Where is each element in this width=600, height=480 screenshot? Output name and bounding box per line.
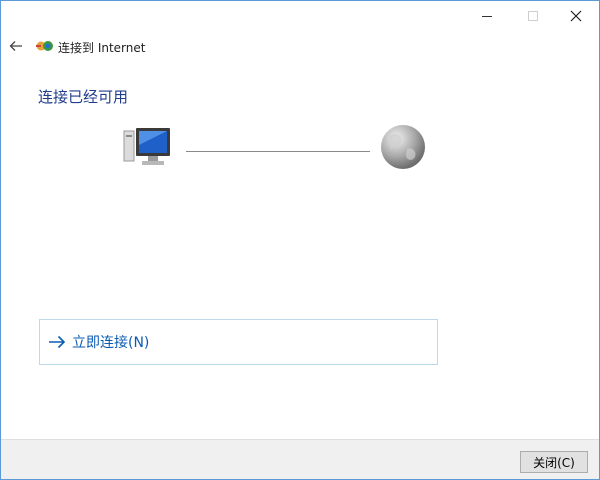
close-icon — [570, 10, 582, 22]
arrow-right-icon — [49, 335, 66, 349]
page-heading: 连接已经可用 — [38, 88, 129, 106]
navigation-bar: 连接到 Internet — [1, 35, 599, 59]
window-title: 连接到 Internet — [58, 41, 146, 55]
connect-to-internet-window: 连接到 Internet 连接已经可用 立即连接(N) 关闭(C) — [0, 0, 600, 480]
minimize-icon — [482, 15, 492, 17]
footer-bar: 关闭(C) — [1, 439, 599, 479]
maximize-button[interactable] — [510, 1, 556, 31]
network-wizard-icon — [36, 41, 53, 51]
minimize-button[interactable] — [464, 1, 510, 31]
connection-line — [186, 151, 370, 152]
title-bar — [1, 1, 599, 31]
internet-globe-icon — [381, 125, 425, 169]
connect-now-label: 立即连接(N) — [72, 335, 150, 351]
maximize-icon — [528, 11, 538, 21]
computer-icon — [123, 128, 170, 165]
close-button[interactable]: 关闭(C) — [520, 451, 588, 473]
back-button[interactable] — [5, 35, 27, 57]
back-arrow-icon — [9, 41, 22, 51]
close-window-button[interactable] — [553, 1, 599, 31]
connect-now-option[interactable]: 立即连接(N) — [39, 319, 438, 365]
